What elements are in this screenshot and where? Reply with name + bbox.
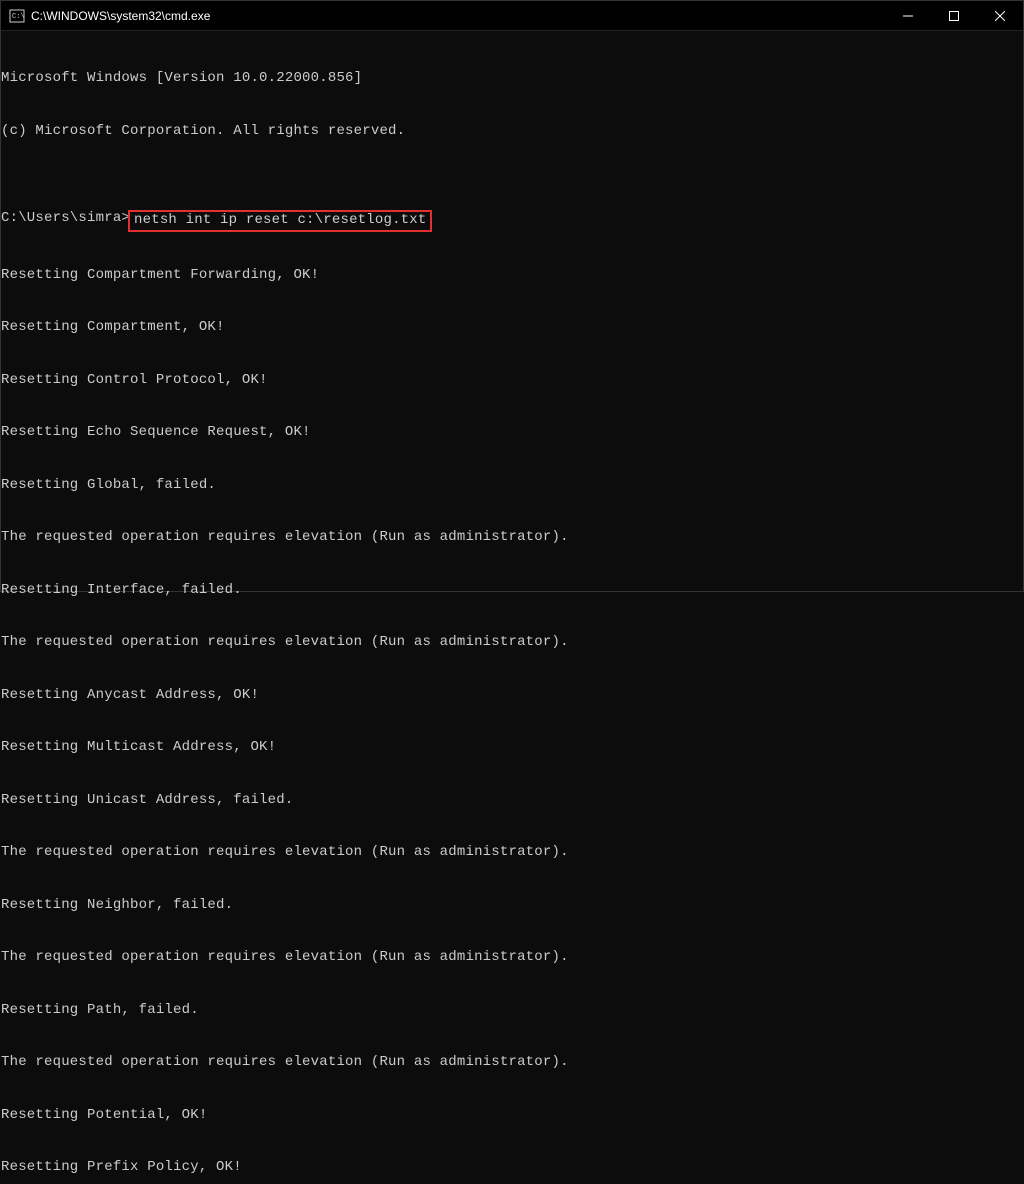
output-line: Resetting Control Protocol, OK!	[1, 372, 1023, 390]
output-line: The requested operation requires elevati…	[1, 844, 1023, 862]
command-highlight: netsh int ip reset c:\resetlog.txt	[128, 210, 432, 232]
close-button[interactable]	[977, 1, 1023, 31]
output-line: The requested operation requires elevati…	[1, 1054, 1023, 1072]
prompt-line: C:\Users\simra>netsh int ip reset c:\res…	[1, 210, 1023, 232]
svg-text:C:\: C:\	[12, 13, 25, 21]
title-bar: C:\ C:\WINDOWS\system32\cmd.exe	[1, 1, 1023, 31]
output-line: The requested operation requires elevati…	[1, 529, 1023, 547]
output-line: Resetting Compartment, OK!	[1, 319, 1023, 337]
output-line: Resetting Neighbor, failed.	[1, 897, 1023, 915]
output-line: Resetting Multicast Address, OK!	[1, 739, 1023, 757]
cmd-window: C:\ C:\WINDOWS\system32\cmd.exe Microsof…	[0, 0, 1024, 592]
output-line: The requested operation requires elevati…	[1, 634, 1023, 652]
window-title: C:\WINDOWS\system32\cmd.exe	[31, 9, 210, 23]
output-line: Resetting Prefix Policy, OK!	[1, 1159, 1023, 1177]
header-line: Microsoft Windows [Version 10.0.22000.85…	[1, 70, 1023, 88]
output-line: Resetting Global, failed.	[1, 477, 1023, 495]
output-line: Resetting Unicast Address, failed.	[1, 792, 1023, 810]
output-line: Resetting Echo Sequence Request, OK!	[1, 424, 1023, 442]
output-line: Resetting Anycast Address, OK!	[1, 687, 1023, 705]
terminal-output[interactable]: Microsoft Windows [Version 10.0.22000.85…	[1, 31, 1023, 1184]
maximize-button[interactable]	[931, 1, 977, 31]
minimize-button[interactable]	[885, 1, 931, 31]
output-line: Resetting Compartment Forwarding, OK!	[1, 267, 1023, 285]
output-line: Resetting Potential, OK!	[1, 1107, 1023, 1125]
title-left: C:\ C:\WINDOWS\system32\cmd.exe	[9, 8, 210, 24]
output-line: Resetting Path, failed.	[1, 1002, 1023, 1020]
output-line: The requested operation requires elevati…	[1, 949, 1023, 967]
copyright-line: (c) Microsoft Corporation. All rights re…	[1, 123, 1023, 141]
output-line: Resetting Interface, failed.	[1, 582, 1023, 600]
window-controls	[885, 1, 1023, 31]
cmd-icon: C:\	[9, 8, 25, 24]
prompt-text: C:\Users\simra>	[1, 210, 130, 232]
